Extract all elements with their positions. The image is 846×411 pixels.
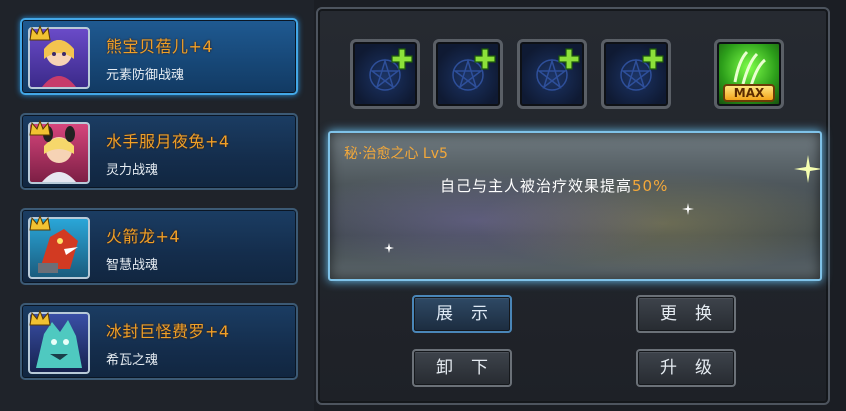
skill-slot-3[interactable] bbox=[517, 39, 587, 109]
add-plus-icon bbox=[474, 48, 496, 70]
sparkle-icon bbox=[682, 203, 694, 215]
pet-card-4[interactable]: 冰封巨怪费罗+4 希瓦之魂 bbox=[20, 303, 298, 380]
max-badge: MAX bbox=[723, 84, 775, 102]
skill-panel: MAX 秘·治愈之心 Lv5 自己与主人被治疗效果提高50% 展示 更换 卸下 … bbox=[316, 7, 830, 405]
skill-description: 自己与主人被治疗效果提高50% bbox=[440, 175, 668, 196]
pet-card-2[interactable]: 水手服月夜兔+4 灵力战魂 bbox=[20, 113, 298, 190]
add-plus-icon bbox=[642, 48, 664, 70]
skill-title: 秘·治愈之心 Lv5 bbox=[344, 146, 448, 162]
crown-icon bbox=[29, 24, 51, 41]
sparkle-icon bbox=[794, 155, 820, 183]
crown-icon bbox=[29, 119, 51, 136]
upgrade-button[interactable]: 升级 bbox=[636, 349, 736, 387]
pet-type: 灵力战魂 bbox=[106, 163, 159, 178]
skill-slot-2[interactable] bbox=[433, 39, 503, 109]
pet-type: 希瓦之魂 bbox=[106, 353, 159, 368]
pet-type: 智慧战魂 bbox=[106, 258, 159, 273]
pet-list: 熊宝贝蓓儿+4 元素防御战魂 水手服月夜兔+4 灵力战魂 火箭龙+4 智慧战魂 … bbox=[0, 0, 314, 411]
skill-info-banner: 秘·治愈之心 Lv5 自己与主人被治疗效果提高50% bbox=[328, 131, 822, 281]
pet-card-1[interactable]: 熊宝贝蓓儿+4 元素防御战魂 bbox=[20, 18, 298, 95]
pet-name: 水手服月夜兔+4 bbox=[106, 132, 230, 151]
max-skill-slot[interactable]: MAX bbox=[714, 39, 784, 109]
crown-icon bbox=[29, 309, 51, 326]
skill-description-text: 自己与主人被治疗效果提高 bbox=[440, 177, 633, 195]
add-plus-icon bbox=[558, 48, 580, 70]
skill-slot-1[interactable] bbox=[350, 39, 420, 109]
change-button[interactable]: 更换 bbox=[636, 295, 736, 333]
pet-name: 熊宝贝蓓儿+4 bbox=[106, 37, 214, 56]
pet-name: 火箭龙+4 bbox=[106, 227, 181, 246]
skill-description-value: 50% bbox=[632, 177, 669, 195]
skill-slot-4[interactable] bbox=[601, 39, 671, 109]
sparkle-icon bbox=[384, 243, 394, 253]
unload-button[interactable]: 卸下 bbox=[412, 349, 512, 387]
pet-card-3[interactable]: 火箭龙+4 智慧战魂 bbox=[20, 208, 298, 285]
pet-name: 冰封巨怪费罗+4 bbox=[106, 322, 230, 341]
show-button[interactable]: 展示 bbox=[412, 295, 512, 333]
pet-type: 元素防御战魂 bbox=[106, 68, 185, 83]
crown-icon bbox=[29, 214, 51, 231]
add-plus-icon bbox=[391, 48, 413, 70]
